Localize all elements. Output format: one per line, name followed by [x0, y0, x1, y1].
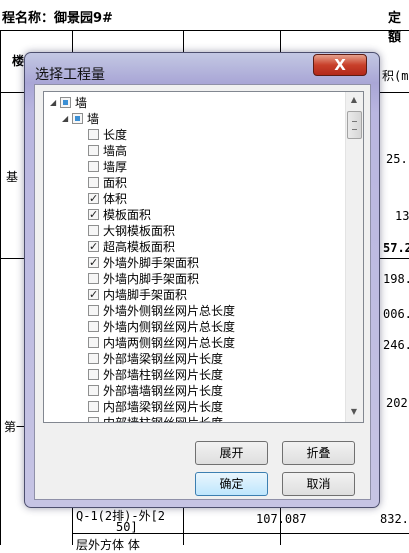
tree-item[interactable]: 大钢模板面积 [44, 223, 344, 239]
tree-item-label: 超高模板面积 [103, 240, 176, 254]
tree-checkbox[interactable] [88, 401, 99, 412]
expand-button[interactable]: 展开 [195, 441, 268, 465]
tree-item[interactable]: 外部墙柱钢丝网片长度 [44, 367, 344, 383]
tree-checkbox[interactable] [88, 337, 99, 348]
tree-checkbox[interactable] [88, 207, 99, 223]
sheet-cell: 57.2 [383, 241, 409, 255]
scroll-up-arrow-icon[interactable]: ▲ [349, 95, 359, 107]
tree-checkbox[interactable] [72, 113, 83, 124]
tree-item-label: 墙 [75, 96, 88, 110]
tree-checkbox[interactable] [88, 321, 99, 332]
tree-item[interactable]: 长度 [44, 127, 344, 143]
sheet-cell: 198. [383, 272, 409, 286]
tree-item[interactable]: 外墙内脚手架面积 [44, 271, 344, 287]
tree-item[interactable]: 内部墙梁钢丝网片长度 [44, 399, 344, 415]
dialog-client-area: ◢墙◢墙长度墙高墙厚面积体积模板面积大钢模板面积超高模板面积外墙外脚手架面积外墙… [34, 84, 371, 500]
sheet-cell: 246. [383, 338, 409, 352]
collapse-button[interactable]: 折叠 [282, 441, 355, 465]
tree-item-label: 内墙脚手架面积 [103, 288, 188, 302]
tree-item[interactable]: 墙高 [44, 143, 344, 159]
tree-item[interactable]: 外部墙梁钢丝网片长度 [44, 351, 344, 367]
tree-item-label: 外部墙柱钢丝网片长度 [103, 368, 224, 382]
sheet-cell: 楼 [12, 54, 25, 68]
tree-checkbox[interactable] [88, 177, 99, 188]
tree-item-label: 面积 [103, 176, 128, 190]
scroll-down-arrow-icon[interactable]: ▼ [349, 407, 359, 419]
quantity-tree: ◢墙◢墙长度墙高墙厚面积体积模板面积大钢模板面积超高模板面积外墙外脚手架面积外墙… [43, 91, 364, 423]
sheet-cell: 基 [6, 170, 19, 184]
tree-item[interactable]: 外墙外侧钢丝网片总长度 [44, 303, 344, 319]
tree-item[interactable]: 外墙外脚手架面积 [44, 255, 344, 271]
close-button[interactable]: X [313, 54, 367, 76]
grid-line [0, 30, 1, 545]
tree-item-label: 外墙外脚手架面积 [103, 256, 200, 270]
sheet-cell: 202 [386, 396, 408, 410]
tree-item-label: 大钢模板面积 [103, 224, 176, 238]
sheet-cell: 832. [380, 512, 409, 526]
sheet-cell: 积(m [382, 69, 409, 83]
expand-arrow-icon[interactable]: ◢ [62, 115, 69, 123]
cancel-button[interactable]: 取消 [282, 472, 355, 496]
tree-item-label: 模板面积 [103, 208, 152, 222]
tree-item[interactable]: 模板面积 [44, 207, 344, 223]
expand-arrow-icon[interactable]: ◢ [50, 99, 57, 107]
tree-item-label: 外墙外侧钢丝网片总长度 [103, 304, 236, 318]
tree-item[interactable]: ◢ 墙 [44, 95, 344, 111]
vertical-scrollbar[interactable]: ▲ ▼ [345, 92, 363, 422]
tree-checkbox[interactable] [88, 273, 99, 284]
tree-checkbox[interactable] [88, 129, 99, 140]
tree-checkbox[interactable] [88, 191, 99, 207]
dialog-title: 选择工程量 [35, 67, 105, 83]
tree-item[interactable]: 体积 [44, 191, 344, 207]
sheet-cell: 50] [116, 520, 138, 534]
tree-item-label: 体积 [103, 192, 128, 206]
tree-checkbox[interactable] [88, 287, 99, 303]
tree-checkbox[interactable] [88, 305, 99, 316]
scrollbar-thumb[interactable] [347, 111, 362, 139]
tree-item[interactable]: 面积 [44, 175, 344, 191]
tree-checkbox[interactable] [88, 225, 99, 236]
tree-item[interactable]: 外部墙墙钢丝网片长度 [44, 383, 344, 399]
sheet-header: 程名称：御景园9# 定額 [0, 0, 409, 45]
tree-checkbox[interactable] [88, 255, 99, 271]
tree-checkbox[interactable] [88, 353, 99, 364]
tree-checkbox[interactable] [88, 145, 99, 156]
tree-checkbox[interactable] [88, 385, 99, 396]
header-right-label: 定額 [388, 11, 402, 45]
sheet-cell: 25. [386, 152, 408, 166]
tree-item-label: 墙 [87, 112, 100, 126]
sheet-cell: 006. [383, 307, 409, 321]
tree-checkbox[interactable] [88, 161, 99, 172]
tree-item[interactable]: 内墙脚手架面积 [44, 287, 344, 303]
ok-button[interactable]: 确定 [195, 472, 268, 496]
tree-item-label: 内部墙柱钢丝网片长度 [103, 416, 224, 423]
tree-item[interactable]: 墙厚 [44, 159, 344, 175]
tree-item-label: 墙高 [103, 144, 128, 158]
tree-item[interactable]: 内墙两侧钢丝网片总长度 [44, 335, 344, 351]
tree-item-label: 墙厚 [103, 160, 128, 174]
select-quantity-dialog: 选择工程量 X ◢墙◢墙长度墙高墙厚面积体积模板面积大钢模板面积超高模板面积外墙… [24, 52, 380, 508]
tree-item-label: 外部墙梁钢丝网片长度 [103, 352, 224, 366]
tree-checkbox[interactable] [88, 239, 99, 255]
tree-item[interactable]: ◢ 墙 [44, 111, 344, 127]
tree-item-label: 内部墙梁钢丝网片长度 [103, 400, 224, 414]
tree-item-label: 外墙内脚手架面积 [103, 272, 200, 286]
tree-item[interactable]: 内部墙柱钢丝网片长度 [44, 415, 344, 423]
tree-item-label: 长度 [103, 128, 128, 142]
tree-item-label: 内墙两侧钢丝网片总长度 [103, 336, 236, 350]
project-name: 程名称：御景园9# [2, 11, 113, 26]
tree-item[interactable]: 超高模板面积 [44, 239, 344, 255]
sheet-cell: 107.087 [256, 512, 307, 526]
tree-item-label: 外部墙墙钢丝网片长度 [103, 384, 224, 398]
tree-checkbox[interactable] [60, 97, 71, 108]
tree-item[interactable]: 外墙内侧钢丝网片总长度 [44, 319, 344, 335]
tree-checkbox[interactable] [88, 417, 99, 422]
tree-checkbox[interactable] [88, 369, 99, 380]
sheet-cell: 13 [395, 209, 409, 223]
tree-item-label: 外墙内侧钢丝网片总长度 [103, 320, 236, 334]
